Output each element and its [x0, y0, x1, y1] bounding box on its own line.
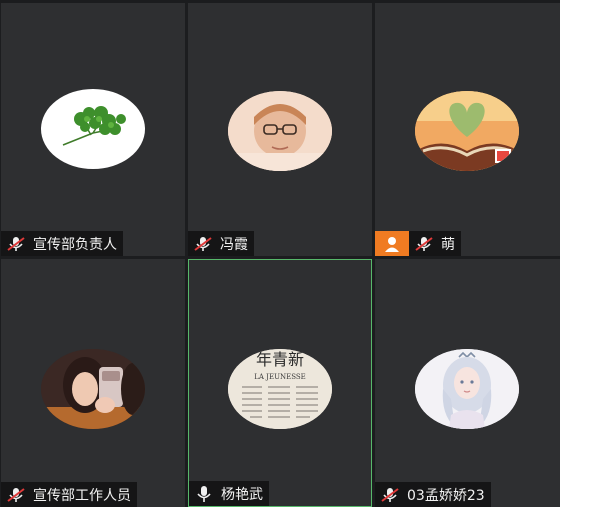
- mic-muted-icon: [413, 234, 435, 254]
- participant-tile-active[interactable]: 年青新 LA JEUNESSE 杨艳武: [188, 259, 372, 507]
- mic-muted-icon: [379, 485, 401, 505]
- participant-name-bar: 宣传部负责人: [1, 231, 123, 256]
- avatar: [415, 91, 519, 171]
- avatar: [415, 349, 519, 429]
- video-grid: 宣传部负责人 冯霞 萌 宣传部工作人员 年青新 LA JEUNESSE 杨艳武 …: [0, 3, 560, 507]
- participant-tile[interactable]: 宣传部负责人: [1, 3, 185, 256]
- participant-name-bar: 冯霞: [188, 231, 254, 256]
- newspaper-subtitle: LA JEUNESSE: [254, 373, 306, 381]
- participant-tile[interactable]: 宣传部工作人员: [1, 259, 185, 507]
- mic-muted-icon: [5, 485, 27, 505]
- participant-name: 杨艳武: [221, 486, 263, 503]
- host-badge: [375, 231, 409, 256]
- participant-name: 03孟娇娇23: [407, 487, 485, 504]
- mic-muted-icon: [192, 234, 214, 254]
- participant-tile[interactable]: 萌: [375, 3, 560, 256]
- mic-muted-icon: [5, 234, 27, 254]
- participant-name-bar: 宣传部工作人员: [1, 482, 137, 507]
- mic-icon: [193, 484, 215, 504]
- participant-name-bar: 03孟娇娇23: [375, 482, 491, 507]
- newspaper-headline: 年青新: [256, 350, 304, 369]
- participant-tile[interactable]: 03孟娇娇23: [375, 259, 560, 507]
- participant-name: 宣传部工作人员: [33, 487, 131, 504]
- participant-name: 萌: [441, 236, 455, 253]
- participant-name: 冯霞: [220, 236, 248, 253]
- person-icon: [385, 236, 399, 252]
- avatar: [228, 91, 332, 171]
- avatar: [41, 349, 145, 429]
- participant-name-bar: 杨艳武: [189, 481, 269, 506]
- avatar: [41, 89, 145, 169]
- participant-tile[interactable]: 冯霞: [188, 3, 372, 256]
- participant-name-bar: 萌: [409, 231, 461, 256]
- page-margin: [560, 0, 600, 507]
- participant-name: 宣传部负责人: [33, 236, 117, 253]
- avatar: 年青新 LA JEUNESSE: [228, 349, 332, 429]
